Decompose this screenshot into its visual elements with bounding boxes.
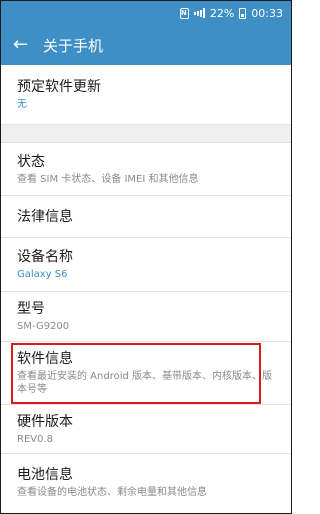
item-subtitle: 查看 SIM 卡状态、设备 IMEI 和其他信息 <box>17 173 199 185</box>
highlight-box <box>11 343 261 404</box>
status-time: 00:33 <box>251 6 283 20</box>
app-bar: ← 关于手机 <box>1 25 291 65</box>
section-divider <box>1 125 291 143</box>
list-item-device-name[interactable]: 设备名称 Galaxy S6 <box>1 238 291 292</box>
item-title: 型号 <box>17 301 45 317</box>
item-subtitle: 无 <box>17 99 27 110</box>
item-title: 状态 <box>17 153 45 170</box>
item-title: 硬件版本 <box>17 413 73 430</box>
list-item-hardware-version[interactable]: 硬件版本 REV0.8 <box>1 405 291 454</box>
item-title: 预定软件更新 <box>17 79 101 95</box>
phone-screen: N 22% 00:33 ← 关于手机 预定软件更新 无 状态 查看 SIM 卡状… <box>0 0 292 514</box>
item-subtitle: REV0.8 <box>17 433 54 445</box>
status-bar: N 22% 00:33 <box>1 1 291 25</box>
item-subtitle: SM-G9200 <box>17 321 70 332</box>
list-item-scheduled-update[interactable]: 预定软件更新 无 <box>1 65 291 125</box>
page-title: 关于手机 <box>43 36 104 55</box>
item-subtitle: 查看设备的电池状态、剩余电量和其他信息 <box>17 486 207 498</box>
list-item-model[interactable]: 型号 SM-G9200 <box>1 292 291 342</box>
list-item-status[interactable]: 状态 查看 SIM 卡状态、设备 IMEI 和其他信息 <box>1 143 291 196</box>
battery-percent: 22% <box>209 6 235 20</box>
signal-icon <box>193 8 205 18</box>
item-subtitle: Galaxy S6 <box>17 269 68 280</box>
item-title: 法律信息 <box>17 208 73 225</box>
item-title: 设备名称 <box>17 249 73 265</box>
battery-icon <box>239 7 247 19</box>
nfc-icon: N <box>179 7 189 19</box>
back-arrow-icon[interactable]: ← <box>13 36 33 54</box>
item-title: 电池信息 <box>17 466 73 483</box>
list-item-battery-info[interactable]: 电池信息 查看设备的电池状态、剩余电量和其他信息 <box>1 454 291 510</box>
list-item-legal[interactable]: 法律信息 <box>1 196 291 238</box>
